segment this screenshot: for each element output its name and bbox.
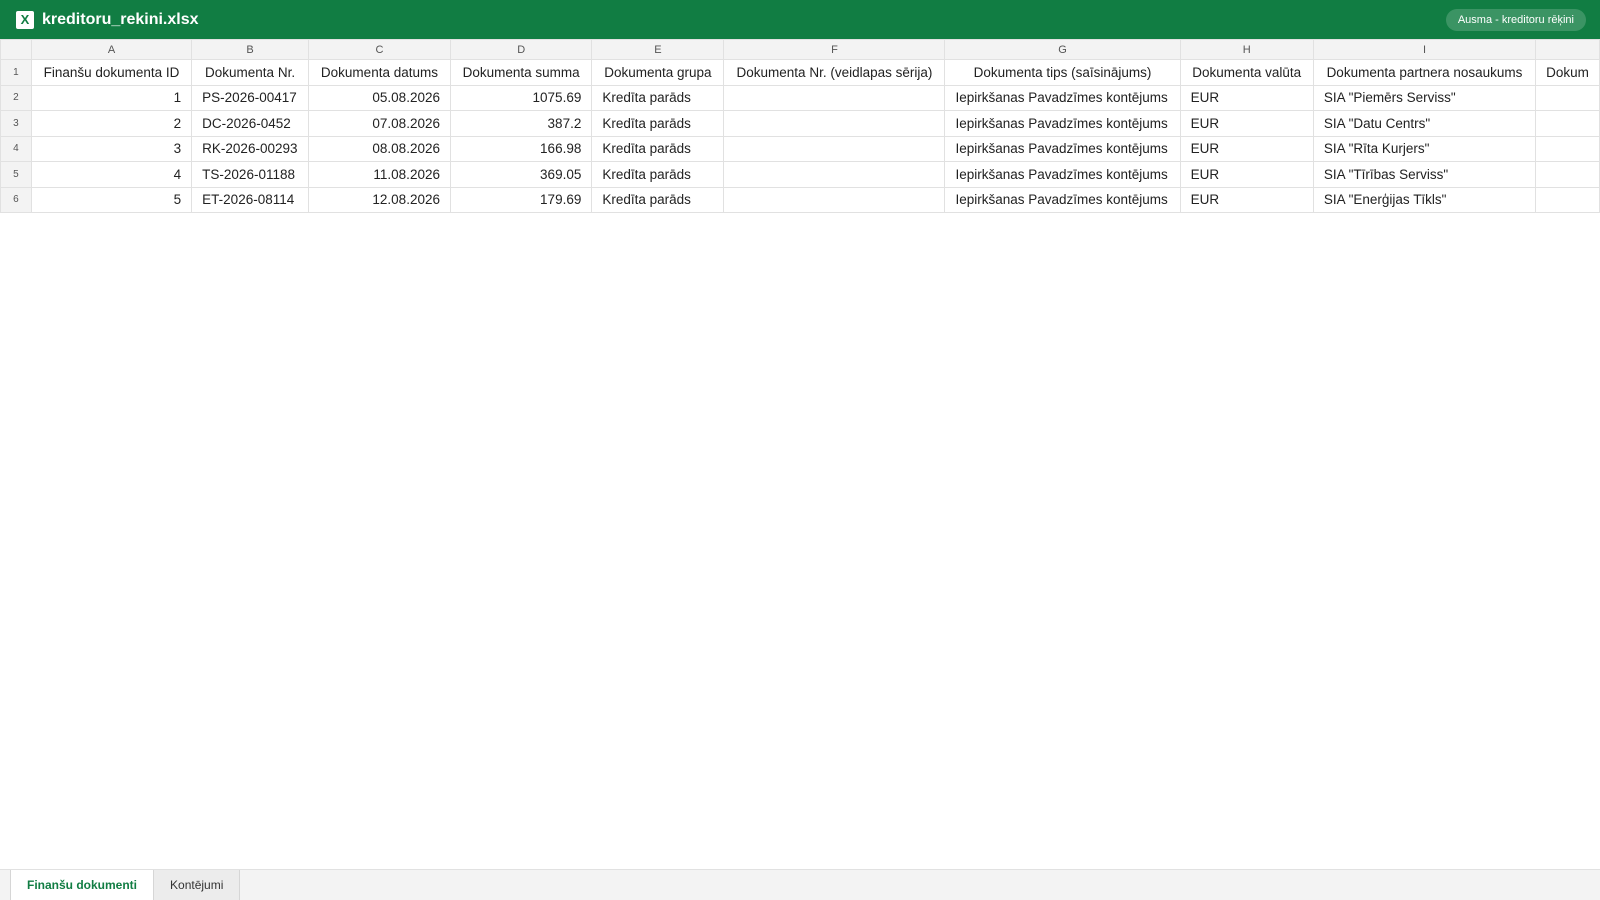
row-header[interactable]: 4: [0, 135, 32, 162]
cell-id[interactable]: 5: [30, 186, 193, 213]
cell-id[interactable]: 1: [30, 84, 193, 111]
header-cell[interactable]: Dokumenta Nr. (veidlapas sērija): [723, 59, 946, 86]
column-header[interactable]: E: [591, 39, 725, 60]
row-header[interactable]: 2: [0, 84, 32, 111]
cell-date[interactable]: 12.08.2026: [307, 186, 451, 213]
cell-amount[interactable]: 179.69: [449, 186, 593, 213]
profile-badge[interactable]: Ausma - kreditoru rēķini: [1445, 9, 1586, 31]
table-row: 2 1 PS-2026-00417 05.08.2026 1075.69 Kre…: [0, 84, 1600, 111]
cell-doc-number[interactable]: PS-2026-00417: [191, 84, 309, 111]
cell-group[interactable]: Kredīta parāds: [591, 135, 725, 162]
cell-doc-number[interactable]: TS-2026-01188: [191, 161, 309, 188]
excel-icon: X: [16, 10, 34, 29]
cell-doc-number[interactable]: RK-2026-00293: [191, 135, 309, 162]
cell-partner[interactable]: SIA "Rīta Kurjers": [1312, 135, 1537, 162]
cell-currency[interactable]: EUR: [1179, 84, 1314, 111]
cell-type[interactable]: Iepirkšanas Pavadzīmes kontējums: [944, 161, 1181, 188]
cell-extra[interactable]: [1535, 135, 1600, 162]
cell-series[interactable]: [723, 161, 946, 188]
column-header[interactable]: I: [1312, 39, 1537, 60]
header-cell[interactable]: Finanšu dokumenta ID: [30, 59, 193, 86]
cell-series[interactable]: [723, 135, 946, 162]
header-cell[interactable]: Dokumenta partnera nosaukums: [1312, 59, 1537, 86]
cell-type[interactable]: Iepirkšanas Pavadzīmes kontējums: [944, 186, 1181, 213]
header-cell[interactable]: Dokumenta summa: [449, 59, 593, 86]
cell-doc-number[interactable]: DC-2026-0452: [191, 110, 309, 137]
cell-amount[interactable]: 1075.69: [449, 84, 593, 111]
header-cell[interactable]: Dokumenta Nr.: [191, 59, 309, 86]
cell-partner[interactable]: SIA "Enerģijas Tīkls": [1312, 186, 1537, 213]
cell-amount[interactable]: 166.98: [449, 135, 593, 162]
cell-id[interactable]: 4: [30, 161, 193, 188]
cell-group[interactable]: Kredīta parāds: [591, 161, 725, 188]
cell-currency[interactable]: EUR: [1179, 135, 1314, 162]
cell-amount[interactable]: 387.2: [449, 110, 593, 137]
cell-currency[interactable]: EUR: [1179, 186, 1314, 213]
header-cell[interactable]: Dokum: [1535, 59, 1600, 86]
cell-extra[interactable]: [1535, 84, 1600, 111]
column-header[interactable]: F: [723, 39, 946, 60]
cell-type[interactable]: Iepirkšanas Pavadzīmes kontējums: [944, 110, 1181, 137]
column-header[interactable]: B: [191, 39, 309, 60]
column-header[interactable]: G: [944, 39, 1181, 60]
cell-date[interactable]: 08.08.2026: [307, 135, 451, 162]
tab-finansu-dokumenti[interactable]: Finanšu dokumenti: [10, 870, 155, 900]
cell-amount[interactable]: 369.05: [449, 161, 593, 188]
tab-kontejumi[interactable]: Kontējumi: [154, 870, 241, 900]
column-header[interactable]: A: [30, 39, 193, 60]
cell-series[interactable]: [723, 84, 946, 111]
cell-date[interactable]: 07.08.2026: [307, 110, 451, 137]
cell-id[interactable]: 3: [30, 135, 193, 162]
sheet-table: A B C D E F G H I 1 Finanšu dokumenta ID…: [0, 39, 1600, 213]
table-row: 3 2 DC-2026-0452 07.08.2026 387.2 Kredīt…: [0, 110, 1600, 137]
cell-extra[interactable]: [1535, 161, 1600, 188]
cell-partner[interactable]: SIA "Datu Centrs": [1312, 110, 1537, 137]
cell-group[interactable]: Kredīta parāds: [591, 84, 725, 111]
file-name: kreditoru_rekini.xlsx: [42, 10, 199, 28]
cell-group[interactable]: Kredīta parāds: [591, 110, 725, 137]
column-header[interactable]: C: [307, 39, 451, 60]
column-header[interactable]: D: [449, 39, 593, 60]
cell-type[interactable]: Iepirkšanas Pavadzīmes kontējums: [944, 84, 1181, 111]
cell-type[interactable]: Iepirkšanas Pavadzīmes kontējums: [944, 135, 1181, 162]
cell-extra[interactable]: [1535, 110, 1600, 137]
row-header[interactable]: 3: [0, 110, 32, 137]
select-all-corner[interactable]: [0, 39, 32, 60]
table-row: 4 3 RK-2026-00293 08.08.2026 166.98 Kred…: [0, 135, 1600, 162]
cell-partner[interactable]: SIA "Tīrības Serviss": [1312, 161, 1537, 188]
table-row: 5 4 TS-2026-01188 11.08.2026 369.05 Kred…: [0, 161, 1600, 188]
header-cell[interactable]: Dokumenta grupa: [591, 59, 725, 86]
sheet-tab-bar: Finanšu dokumenti Kontējumi: [0, 869, 1600, 900]
header-cell[interactable]: Dokumenta tips (saīsinājums): [944, 59, 1181, 86]
cell-currency[interactable]: EUR: [1179, 161, 1314, 188]
cell-id[interactable]: 2: [30, 110, 193, 137]
column-header[interactable]: H: [1179, 39, 1314, 60]
cell-series[interactable]: [723, 186, 946, 213]
table-row: 6 5 ET-2026-08114 12.08.2026 179.69 Kred…: [0, 186, 1600, 213]
table-row: 1 Finanšu dokumenta ID Dokumenta Nr. Dok…: [0, 59, 1600, 86]
title-bar: X kreditoru_rekini.xlsx Ausma - kreditor…: [0, 0, 1600, 39]
cell-group[interactable]: Kredīta parāds: [591, 186, 725, 213]
spreadsheet-grid[interactable]: A B C D E F G H I 1 Finanšu dokumenta ID…: [0, 39, 1600, 869]
cell-extra[interactable]: [1535, 186, 1600, 213]
row-header[interactable]: 6: [0, 186, 32, 213]
column-header-row: A B C D E F G H I: [0, 39, 1600, 60]
cell-doc-number[interactable]: ET-2026-08114: [191, 186, 309, 213]
cell-date[interactable]: 05.08.2026: [307, 84, 451, 111]
cell-date[interactable]: 11.08.2026: [307, 161, 451, 188]
column-header[interactable]: [1535, 39, 1600, 60]
cell-partner[interactable]: SIA "Piemērs Serviss": [1312, 84, 1537, 111]
header-cell[interactable]: Dokumenta datums: [307, 59, 451, 86]
cell-series[interactable]: [723, 110, 946, 137]
row-header[interactable]: 5: [0, 161, 32, 188]
header-cell[interactable]: Dokumenta valūta: [1179, 59, 1314, 86]
cell-currency[interactable]: EUR: [1179, 110, 1314, 137]
row-header[interactable]: 1: [0, 59, 32, 86]
